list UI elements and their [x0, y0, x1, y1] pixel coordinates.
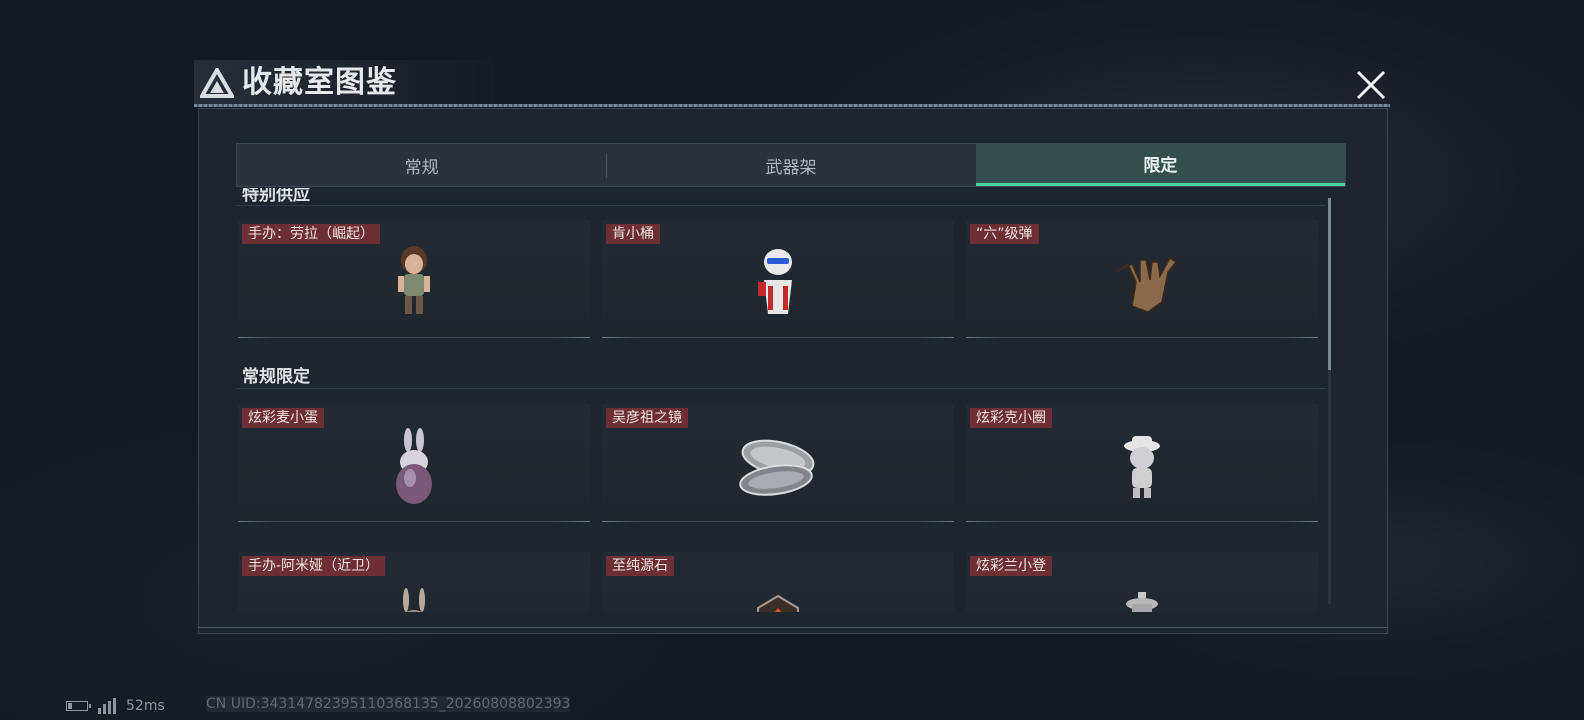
hand-gesture-icon: [1115, 256, 1178, 313]
collection-card-hat-figure[interactable]: 炫彩克小圈: [966, 404, 1318, 522]
signal-icon: [98, 698, 116, 714]
bucket-figure-icon: [758, 249, 792, 314]
card-label: 炫彩麦小蛋: [242, 408, 324, 428]
rabbit-egg-icon: [396, 428, 432, 504]
uid-text: CN UID:34314782395110368135_202608088023…: [206, 696, 571, 712]
status-bar: 52ms: [66, 696, 165, 716]
section-divider: [236, 205, 1326, 206]
battery-icon: [66, 701, 91, 711]
window-header: 收藏室图鉴: [194, 60, 1390, 110]
gem-icon: [757, 594, 799, 612]
tab-limited[interactable]: 限定: [975, 144, 1345, 186]
card-label: 炫彩克小圈: [970, 408, 1052, 428]
triangle-logo-icon: [200, 68, 234, 98]
collection-card-originium[interactable]: 至纯源石: [602, 552, 954, 612]
collection-card-lamp-figure[interactable]: 炫彩兰小登: [966, 552, 1318, 612]
tab-weapon-rack[interactable]: 武器架: [606, 144, 975, 186]
card-label: 炫彩兰小登: [970, 556, 1052, 576]
collection-card-mirror[interactable]: 吴彦祖之镜: [602, 404, 954, 522]
tab-bar: 常规 武器架 限定: [236, 143, 1346, 187]
header-divider: [194, 104, 1390, 107]
collection-scroll-area[interactable]: 特别供应 手办：劳拉（崛起） 肯小桶 “六”级弹 常规限定 炫彩麦小蛋 吴彦祖之…: [236, 188, 1346, 612]
card-label: 手办：劳拉（崛起）: [242, 224, 380, 244]
section-title-special: 特别供应: [242, 188, 310, 205]
card-label: “六”级弹: [970, 224, 1039, 244]
collection-card-lara[interactable]: 手办：劳拉（崛起）: [238, 220, 590, 338]
collection-card-rabbit-egg[interactable]: 炫彩麦小蛋: [238, 404, 590, 522]
lamp-figure-icon: [1126, 592, 1158, 612]
scrollbar-thumb[interactable]: [1328, 198, 1331, 370]
card-label: 吴彦祖之镜: [606, 408, 688, 428]
hat-figure-icon: [1124, 436, 1160, 498]
panel-bottom-edge: [198, 627, 1388, 634]
page-title: 收藏室图鉴: [242, 65, 397, 100]
tab-regular[interactable]: 常规: [237, 144, 606, 186]
ping-value: 52ms: [126, 698, 165, 714]
collection-card-kfc-bucket[interactable]: 肯小桶: [602, 220, 954, 338]
section-title-regular-limited: 常规限定: [242, 367, 310, 387]
figure-icon: [398, 246, 430, 314]
card-label: 手办-阿米娅（近卫）: [242, 556, 386, 576]
section-divider: [236, 388, 1326, 389]
collection-card-amiya[interactable]: 手办-阿米娅（近卫）: [238, 552, 590, 612]
rabbit-figure-icon: [403, 588, 425, 612]
close-icon: [1356, 70, 1386, 100]
card-label: 至纯源石: [606, 556, 674, 576]
collection-card-six-grade[interactable]: “六”级弹: [966, 220, 1318, 338]
compact-mirror-icon: [739, 439, 815, 496]
close-button[interactable]: [1350, 64, 1392, 106]
card-label: 肯小桶: [606, 224, 660, 244]
